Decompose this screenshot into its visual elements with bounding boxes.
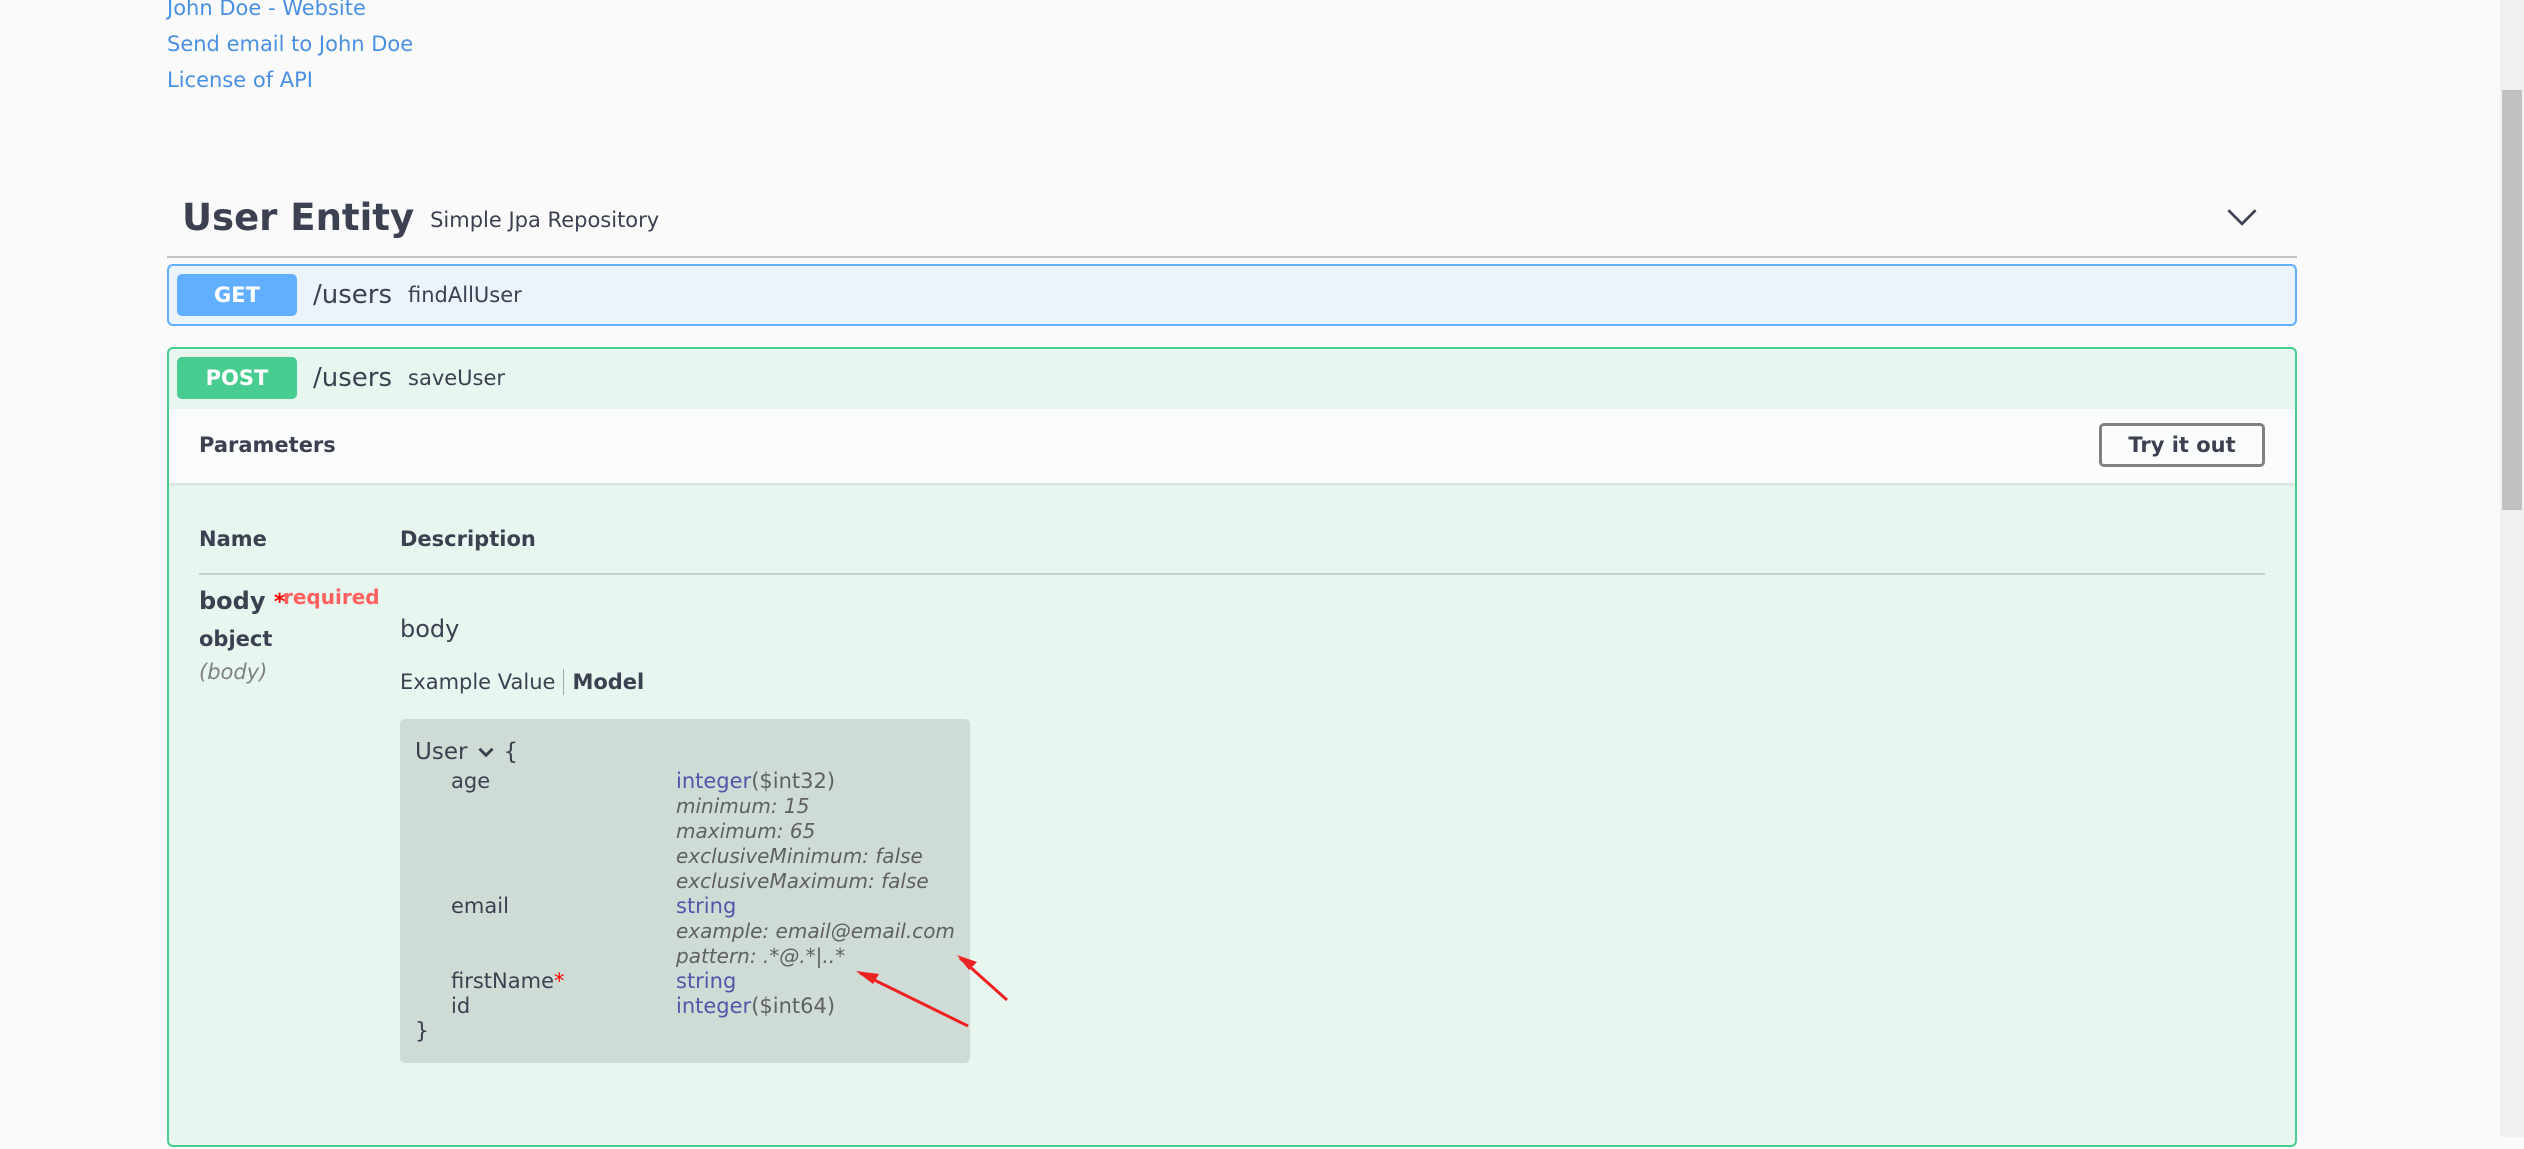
chevron-down-icon[interactable] [475, 741, 497, 763]
try-it-out-button[interactable]: Try it out [2099, 423, 2265, 467]
operation-path: /users [313, 363, 393, 393]
property-type: integer($int32) [676, 769, 835, 793]
parameter-name: body * [199, 587, 285, 615]
method-badge-post: POST [177, 357, 297, 399]
parameters-header: Parameters Try it out [169, 409, 2295, 484]
method-badge-get: GET [177, 274, 297, 316]
required-star: * [554, 969, 565, 993]
model-name: User [415, 739, 468, 765]
example-model-tabs: Example Value Model [400, 669, 644, 695]
license-link[interactable]: License of API [167, 62, 413, 98]
property-name-text: firstName [451, 969, 554, 993]
info-links: John Doe - Website Send email to John Do… [167, 0, 413, 98]
tag-title: User Entity [182, 195, 415, 239]
parameter-name-text: body [199, 587, 266, 615]
chevron-down-icon[interactable] [2225, 200, 2259, 234]
operation-summary[interactable]: GET /users findAllUser [169, 266, 2295, 324]
tab-divider [563, 669, 565, 695]
open-brace: { [503, 739, 519, 765]
model-header[interactable]: User { [415, 739, 518, 765]
parameter-description: body [400, 615, 460, 643]
property-meta: minimum: 15 [676, 794, 810, 818]
parameters-title: Parameters [199, 433, 336, 457]
property-name: email [451, 894, 509, 918]
property-format: ($int32) [751, 769, 836, 793]
operation-id: saveUser [408, 366, 506, 390]
tab-model[interactable]: Model [572, 670, 644, 694]
property-name: age [451, 769, 491, 793]
parameter-type: object [199, 627, 273, 651]
property-type-name: integer [676, 769, 752, 793]
website-link[interactable]: John Doe - Website [167, 0, 413, 26]
property-type-name: integer [676, 994, 752, 1018]
property-meta: pattern: .*@.*|..* [676, 944, 846, 968]
property-format: ($int64) [751, 994, 836, 1018]
page-scrollbar[interactable] [2500, 0, 2524, 1137]
header-divider [199, 573, 2265, 575]
column-header-description: Description [400, 527, 536, 551]
email-link[interactable]: Send email to John Doe [167, 26, 413, 62]
property-meta: example: email@email.com [676, 919, 955, 943]
tab-example-value[interactable]: Example Value [400, 670, 555, 694]
property-type: string [676, 969, 737, 993]
operation-id: findAllUser [408, 283, 522, 307]
tag-section-header[interactable]: User Entity Simple Jpa Repository [167, 178, 2297, 258]
property-meta: maximum: 65 [676, 819, 816, 843]
property-type: integer($int64) [676, 994, 835, 1018]
post-users-operation: POST /users saveUser Parameters Try it o… [167, 347, 2297, 1147]
operation-summary[interactable]: POST /users saveUser [169, 349, 2295, 407]
close-brace: } [415, 1019, 429, 1044]
property-type: string [676, 894, 737, 918]
tag-description: Simple Jpa Repository [430, 208, 660, 232]
parameter-in: (body) [199, 660, 268, 684]
scrollbar-thumb[interactable] [2502, 90, 2522, 510]
column-header-name: Name [199, 527, 267, 551]
operation-body: Parameters Try it out Name Description b… [169, 409, 2295, 1149]
property-name: id [451, 994, 471, 1018]
property-name: firstName* [451, 969, 565, 993]
model-schema-box: User { age integer($int32) minimum: 15 m… [400, 719, 970, 1063]
get-users-operation[interactable]: GET /users findAllUser [167, 264, 2297, 326]
property-meta: exclusiveMinimum: false [676, 844, 923, 868]
property-meta: exclusiveMaximum: false [676, 869, 929, 893]
required-label: required [283, 585, 380, 609]
operation-path: /users [313, 280, 393, 310]
